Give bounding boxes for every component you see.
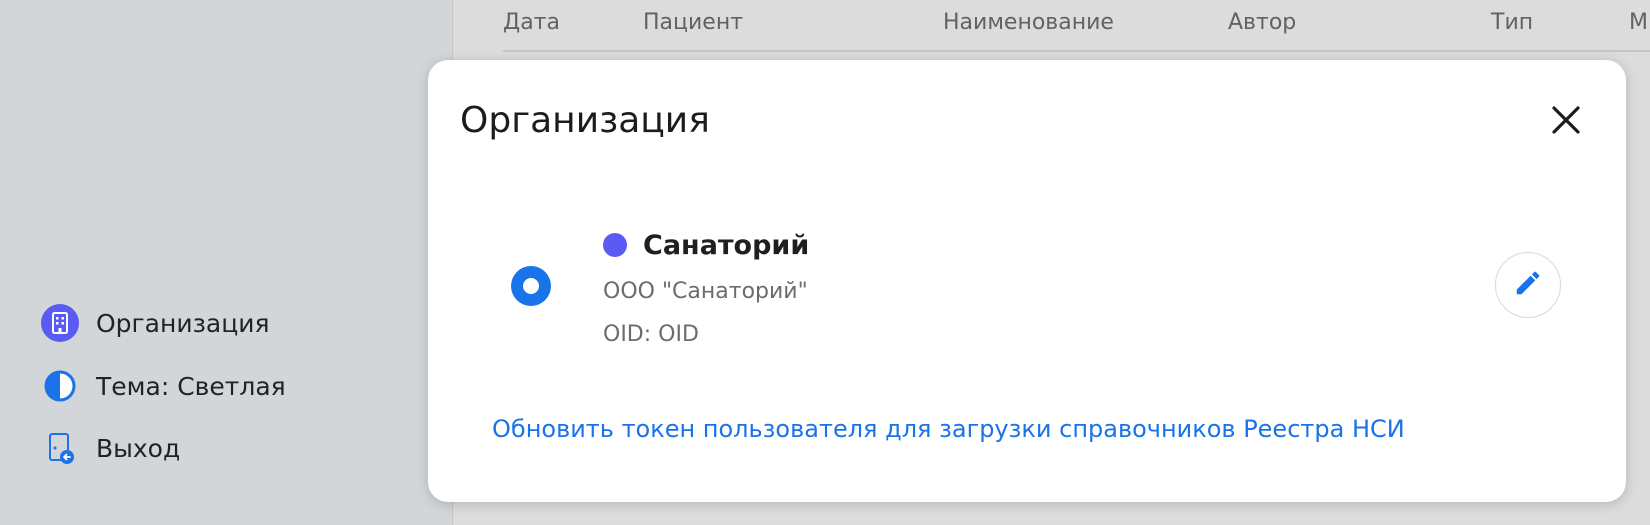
column-header-more[interactable]: М xyxy=(1629,10,1648,35)
column-header-type[interactable]: Тип xyxy=(1491,10,1533,35)
dialog-title: Организация xyxy=(460,100,710,141)
sidebar-item-label: Организация xyxy=(96,308,270,338)
column-header-patient[interactable]: Пациент xyxy=(643,10,743,35)
sidebar: Организация Тема: Светлая Выход xyxy=(0,0,453,525)
sidebar-item-theme[interactable]: Тема: Светлая xyxy=(40,366,286,406)
close-icon xyxy=(1550,104,1582,140)
organization-radio[interactable] xyxy=(511,266,551,306)
building-icon xyxy=(40,303,80,343)
organization-dialog: Организация Санаторий ООО "Санаторий" OI… xyxy=(428,60,1626,502)
organization-oid: OID: OID xyxy=(603,322,699,347)
edit-organization-button[interactable] xyxy=(1495,252,1561,318)
sidebar-item-label: Тема: Светлая xyxy=(96,371,286,401)
sidebar-item-label: Выход xyxy=(96,433,181,463)
update-token-link[interactable]: Обновить токен пользователя для загрузки… xyxy=(492,415,1405,443)
logout-icon xyxy=(40,428,80,468)
pencil-icon xyxy=(1513,268,1543,302)
sidebar-item-logout[interactable]: Выход xyxy=(40,428,180,468)
organization-full-name: ООО "Санаторий" xyxy=(603,279,808,304)
sidebar-item-organization[interactable]: Организация xyxy=(40,303,270,343)
half-circle-theme-icon xyxy=(40,366,80,406)
radio-selected-dot xyxy=(523,278,539,294)
organization-name: Санаторий xyxy=(643,230,810,261)
column-header-author[interactable]: Автор xyxy=(1228,10,1296,35)
close-button[interactable] xyxy=(1544,100,1588,144)
column-header-date[interactable]: Дата xyxy=(503,10,560,35)
table-header: Дата Пациент Наименование Автор Тип М xyxy=(503,0,1650,52)
organization-color-indicator xyxy=(603,233,627,257)
column-header-name[interactable]: Наименование xyxy=(943,10,1114,35)
